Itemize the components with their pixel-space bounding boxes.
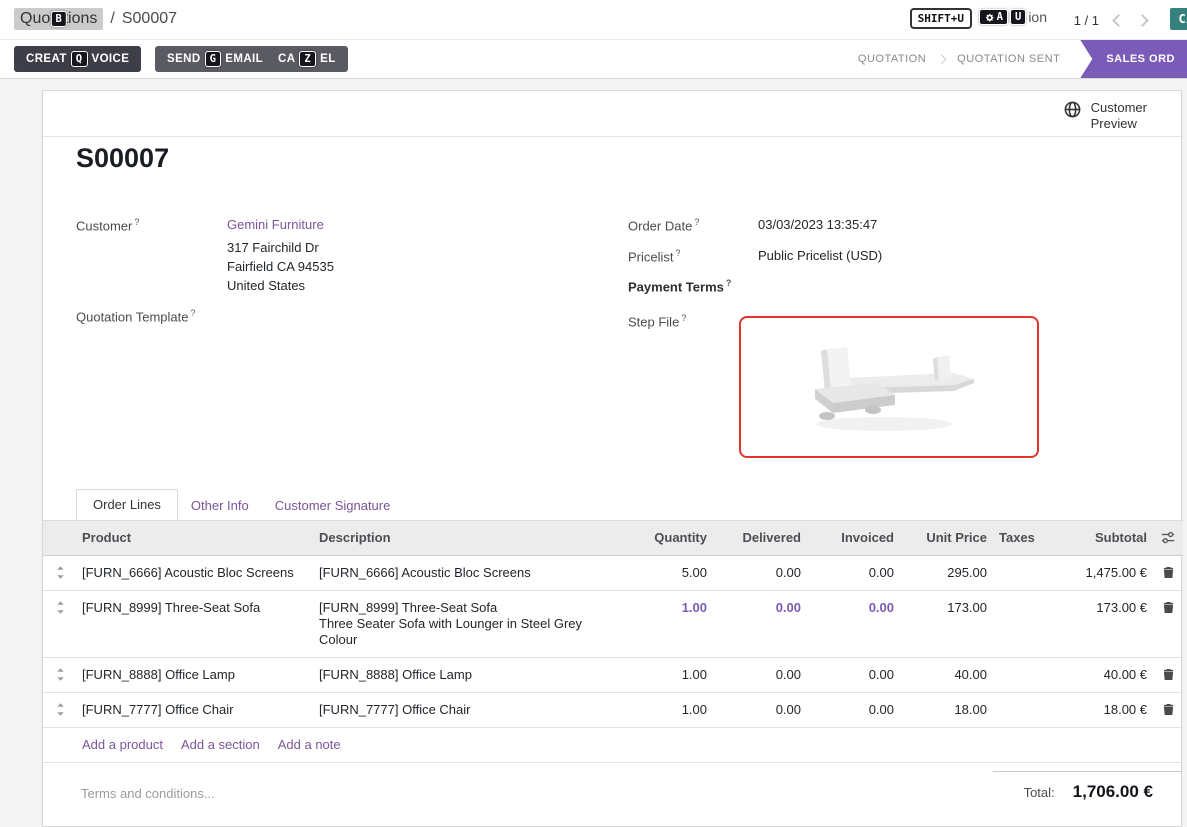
pricelist-value[interactable]: Public Pricelist (USD)	[758, 248, 882, 263]
column-unit-price: Unit Price	[900, 521, 993, 555]
quotation-template-label: Quotation Template?	[76, 308, 196, 324]
pager-next-icon[interactable]	[1136, 14, 1149, 27]
customer-preview-link[interactable]: Customer Preview	[1063, 100, 1147, 132]
pricelist-label: Pricelist?	[628, 248, 681, 264]
action-menu-label: ion	[1028, 9, 1047, 25]
breadcrumb-separator: /	[110, 10, 114, 28]
customer-address: 317 Fairchild Dr Fairfield CA 94535 Unit…	[227, 238, 334, 295]
pager: 1 / 1	[1074, 0, 1147, 40]
table-row[interactable]: [FURN_8888] Office Lamp [FURN_8888] Offi…	[43, 658, 1183, 693]
help-icon: ?	[134, 217, 139, 227]
customer-value[interactable]: Gemini Furniture	[227, 217, 324, 232]
column-description: Description	[313, 521, 623, 555]
status-pipeline: QUOTATION QUOTATION SENT SALES ORD	[846, 40, 1187, 78]
column-subtotal: Subtotal	[1048, 521, 1153, 555]
column-delivered: Delivered	[713, 521, 807, 555]
order-date-value[interactable]: 03/03/2023 13:35:47	[758, 217, 877, 232]
status-sales-order[interactable]: SALES ORD	[1080, 40, 1187, 78]
gear-icon	[984, 12, 995, 23]
step-file-label: Step File?	[628, 313, 686, 329]
breadcrumb-current: S00007	[122, 10, 177, 28]
totals-section: Total: 1,706.00 €	[993, 771, 1183, 802]
add-a-product-link[interactable]: Add a product	[82, 737, 163, 752]
action-button-bar: CREAT Q VOICE SEND G EMAIL CA Z EL QUOTA…	[0, 40, 1187, 79]
create-button-hint[interactable]: Ci	[1169, 7, 1187, 31]
notebook-tabs: Order Lines Other Info Customer Signatur…	[76, 489, 403, 521]
globe-icon	[1063, 100, 1082, 119]
help-icon: ?	[726, 278, 732, 288]
table-row[interactable]: [FURN_6666] Acoustic Bloc Screens [FURN_…	[43, 556, 1183, 591]
help-icon: ?	[676, 248, 681, 258]
pager-count: 1 / 1	[1074, 13, 1099, 28]
table-row[interactable]: [FURN_8999] Three-Seat Sofa [FURN_8999] …	[43, 591, 1183, 658]
shortcut-hint-z: Z	[299, 51, 316, 67]
optional-columns-icon[interactable]	[1153, 521, 1183, 545]
column-taxes: Taxes	[993, 521, 1048, 555]
order-date-label: Order Date?	[628, 217, 699, 233]
terms-and-conditions-placeholder[interactable]: Terms and conditions...	[81, 786, 215, 801]
help-icon: ?	[681, 313, 686, 323]
delete-row-icon[interactable]	[1153, 556, 1183, 579]
delete-row-icon[interactable]	[1153, 591, 1183, 614]
column-invoiced: Invoiced	[807, 521, 900, 555]
list-footer-links: Add a product Add a section Add a note	[43, 728, 1183, 763]
divider	[43, 136, 1181, 137]
table-row[interactable]: [FURN_7777] Office Chair [FURN_7777] Off…	[43, 693, 1183, 728]
odoo-quotation-form: Quotations B / S00007 SHIFT+U A U ion 1 …	[0, 0, 1187, 827]
drag-handle-icon[interactable]	[43, 693, 78, 716]
table-header-row: Product Description Quantity Delivered I…	[43, 520, 1183, 556]
drag-handle-icon[interactable]	[43, 658, 78, 681]
shortcut-hint-q: Q	[71, 51, 88, 67]
tab-customer-signature[interactable]: Customer Signature	[262, 491, 404, 521]
sheet-footer: Terms and conditions... Total: 1,706.00 …	[43, 763, 1183, 827]
status-quotation[interactable]: QUOTATION	[846, 53, 938, 65]
breadcrumb: Quotations B / S00007	[14, 8, 177, 30]
shortcut-hint-shift-u: SHIFT+U	[910, 8, 972, 29]
create-invoice-button[interactable]: CREAT Q VOICE	[14, 46, 141, 72]
pager-previous-icon[interactable]	[1112, 14, 1125, 27]
shortcut-hint-b: B	[51, 11, 67, 27]
tab-other-info[interactable]: Other Info	[178, 491, 262, 521]
total-amount: 1,706.00 €	[1073, 782, 1153, 802]
step-file-preview[interactable]	[739, 316, 1039, 458]
order-lines-table: Product Description Quantity Delivered I…	[43, 520, 1183, 827]
customer-label: Customer?	[76, 217, 139, 233]
payment-terms-label: Payment Terms?	[628, 278, 731, 294]
drag-handle-icon[interactable]	[43, 556, 78, 579]
shortcut-hint-u: U	[1010, 9, 1026, 25]
add-a-note-link[interactable]: Add a note	[278, 737, 341, 752]
action-menu-button[interactable]: A U ion	[979, 9, 1047, 25]
help-icon: ?	[191, 308, 196, 318]
send-by-email-button[interactable]: SEND G EMAIL	[155, 46, 275, 72]
tab-order-lines[interactable]: Order Lines	[76, 489, 178, 521]
status-quotation-sent[interactable]: QUOTATION SENT	[945, 53, 1072, 65]
form-sheet: Customer Preview S00007 Customer? Gemini…	[42, 90, 1182, 827]
shortcut-hint-a: A	[979, 9, 1008, 25]
column-quantity: Quantity	[623, 521, 713, 555]
total-label: Total:	[1024, 785, 1055, 800]
column-product: Product	[78, 521, 313, 555]
cancel-button[interactable]: CA Z EL	[266, 46, 348, 72]
breadcrumb-bar: Quotations B / S00007 SHIFT+U A U ion 1 …	[0, 0, 1187, 40]
delete-row-icon[interactable]	[1153, 658, 1183, 681]
step-file-3d-render	[769, 327, 1009, 447]
drag-handle-icon[interactable]	[43, 591, 78, 614]
record-title: S00007	[76, 143, 169, 174]
add-a-section-link[interactable]: Add a section	[181, 737, 260, 752]
delete-row-icon[interactable]	[1153, 693, 1183, 716]
shortcut-hint-g: G	[205, 51, 222, 67]
breadcrumb-parent-link[interactable]: Quotations B	[14, 8, 103, 30]
help-icon: ?	[694, 217, 699, 227]
